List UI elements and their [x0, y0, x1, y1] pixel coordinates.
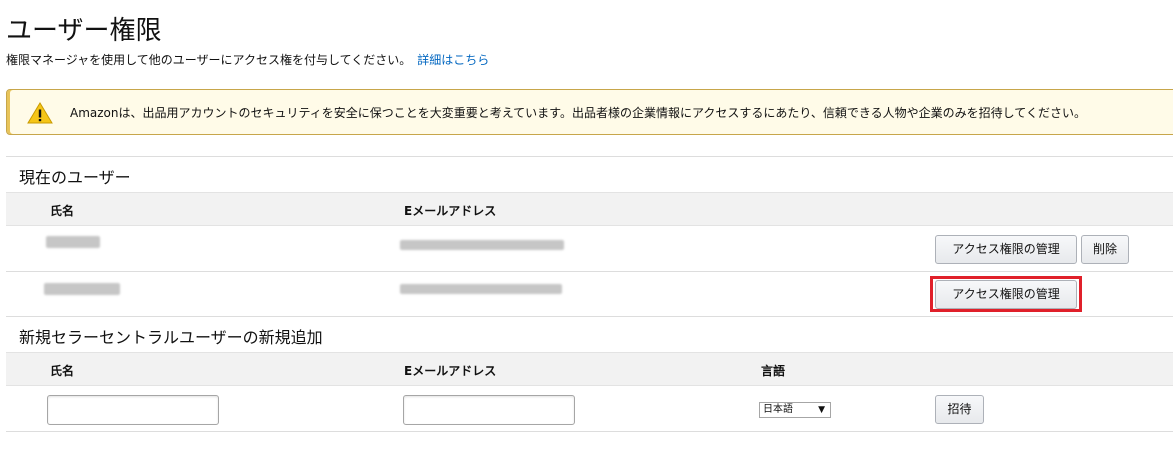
- delete-button[interactable]: 削除: [1081, 235, 1129, 264]
- user-email: [400, 284, 562, 294]
- name-input[interactable]: [47, 395, 219, 425]
- column-header-language: 言語: [761, 364, 786, 378]
- highlight-box: [930, 276, 1082, 312]
- user-email: [400, 240, 564, 250]
- page-title: ユーザー権限: [6, 16, 162, 46]
- divider: [6, 316, 1173, 317]
- warning-icon: [27, 101, 53, 125]
- column-header-name: 氏名: [50, 364, 75, 378]
- new-user-header: 氏名 Eメールアドレス 言語: [6, 352, 1173, 386]
- column-header-name: 氏名: [50, 204, 75, 218]
- divider: [6, 431, 1173, 432]
- language-selected: 日本語: [763, 404, 793, 415]
- details-link[interactable]: 詳細はこちら: [417, 53, 489, 67]
- user-name: [44, 283, 120, 295]
- security-alert: Amazonは、出品用アカウントのセキュリティを安全に保つことを大変重要と考えて…: [6, 89, 1173, 135]
- new-user-title: 新規セラーセントラルユーザーの新規追加: [19, 328, 323, 347]
- column-header-email: Eメールアドレス: [404, 204, 497, 218]
- divider: [6, 156, 1173, 157]
- language-select[interactable]: 日本語 ▼: [759, 402, 831, 418]
- current-users-header: 氏名 Eメールアドレス: [6, 192, 1173, 226]
- column-header-email: Eメールアドレス: [404, 364, 497, 378]
- subtitle-text: 権限マネージャを使用して他のユーザーにアクセス権を付与してください。: [6, 53, 412, 67]
- user-name: [46, 236, 100, 248]
- chevron-down-icon: ▼: [818, 405, 825, 415]
- current-users-title: 現在のユーザー: [19, 168, 131, 187]
- manage-access-button[interactable]: アクセス権限の管理: [935, 235, 1077, 264]
- alert-message: Amazonは、出品用アカウントのセキュリティを安全に保つことを大変重要と考えて…: [70, 106, 1086, 120]
- page-subtitle: 権限マネージャを使用して他のユーザーにアクセス権を付与してください。 詳細はこちら: [6, 51, 489, 68]
- invite-button[interactable]: 招待: [935, 395, 984, 424]
- table-row: アクセス権限の管理 削除: [0, 226, 1173, 271]
- email-input[interactable]: [403, 395, 575, 425]
